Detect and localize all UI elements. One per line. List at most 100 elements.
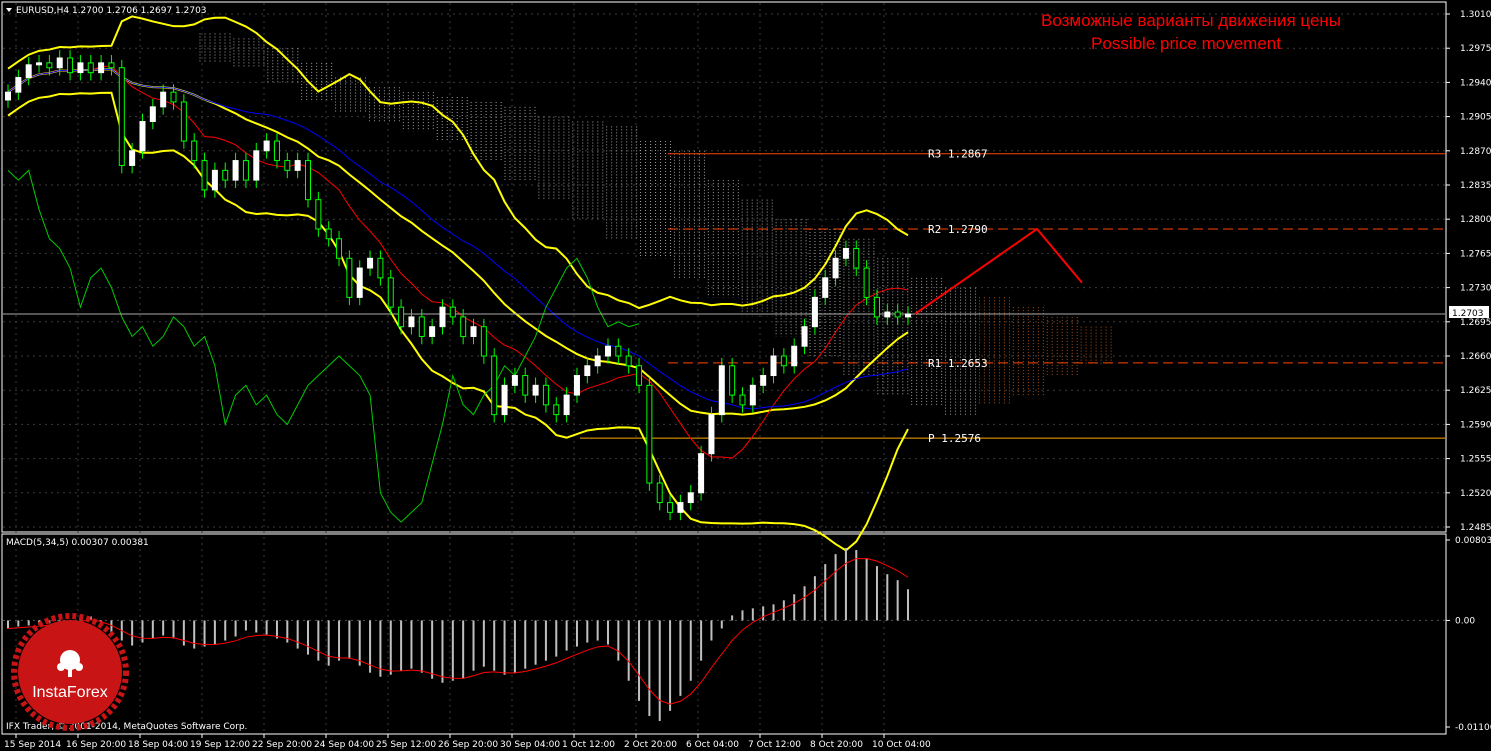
candle-body (563, 394, 570, 416)
candle-body (160, 91, 167, 108)
candle-body (367, 257, 374, 269)
candle-body (729, 365, 736, 396)
candle-body (760, 375, 767, 386)
candle-body (346, 257, 353, 298)
candle-body (801, 326, 808, 347)
x-tick-label: 18 Sep 04:00 (128, 740, 188, 750)
candle-body (698, 453, 705, 494)
candle-body (873, 296, 880, 318)
candle-body (408, 316, 415, 328)
candle-body (739, 394, 746, 406)
y-tick-label: 1.2870 (1460, 147, 1491, 157)
candle-body (491, 355, 498, 416)
x-tick-label: 16 Sep 20:00 (66, 740, 126, 750)
level-label-p: P 1.2576 (928, 432, 981, 445)
x-tick-label: 26 Sep 20:00 (438, 740, 498, 750)
candle-body (263, 140, 270, 152)
y-tick-label: 1.2625 (1460, 386, 1491, 396)
title-en: Possible price movement (1091, 34, 1281, 53)
candle-body (770, 355, 777, 377)
candle-body (315, 199, 322, 230)
candle-body (646, 384, 653, 484)
macd-y-tick-label: -0.01106 (1455, 723, 1491, 733)
candle-body (356, 267, 363, 298)
candle-body (573, 375, 580, 396)
candle-body (718, 365, 725, 416)
candle-body (460, 316, 467, 337)
candle-body (656, 482, 663, 504)
candle-body (418, 316, 425, 337)
candle-body (687, 492, 694, 504)
candle-body (118, 67, 125, 166)
candle-body (77, 62, 84, 74)
y-tick-label: 1.2835 (1460, 181, 1491, 191)
candle-body (336, 238, 343, 259)
candle-body (294, 160, 301, 171)
candle-body (191, 140, 198, 162)
x-tick-label: 10 Oct 04:00 (872, 740, 931, 750)
x-tick-label: 15 Sep 2014 (4, 740, 61, 750)
x-tick-label: 19 Sep 12:00 (190, 740, 250, 750)
x-tick-label: 24 Sep 04:00 (314, 740, 374, 750)
candle-body (325, 228, 332, 240)
y-tick-label: 1.2590 (1460, 420, 1491, 430)
candle-body (822, 277, 829, 298)
y-tick-label: 1.2905 (1460, 113, 1491, 123)
candle-body (273, 140, 280, 162)
x-tick-label: 30 Sep 04:00 (500, 740, 560, 750)
y-tick-label: 1.2800 (1460, 215, 1491, 225)
candle-body (542, 384, 549, 406)
candle-body (398, 306, 405, 328)
x-tick-label: 2 Oct 20:00 (624, 740, 677, 750)
y-tick-label: 1.2940 (1460, 78, 1491, 88)
candle-body (56, 57, 63, 69)
y-tick-label: 1.2695 (1460, 318, 1491, 328)
candle-body (480, 326, 487, 357)
symbol-header: EURUSD,H4 1.2700 1.2706 1.2697 1.2703 (16, 6, 207, 16)
candle-body (511, 375, 518, 386)
candle-body (677, 502, 684, 513)
candle-body (501, 384, 508, 416)
candle-body (284, 160, 291, 171)
candle-body (842, 248, 849, 259)
candle-body (811, 296, 818, 328)
candle-body (625, 355, 632, 367)
macd-header: MACD(5,34,5) 0.00307 0.00381 (6, 538, 149, 548)
y-tick-label: 1.2520 (1460, 489, 1491, 499)
x-tick-label: 1 Oct 12:00 (562, 740, 615, 750)
macd-y-tick-label: 0.00 (1455, 616, 1475, 626)
candle-body (232, 160, 239, 181)
y-tick-label: 1.2555 (1460, 455, 1491, 465)
y-tick-label: 1.2975 (1460, 44, 1491, 54)
current-price-label: 1.2703 (1452, 309, 1484, 319)
candle-body (36, 62, 43, 66)
candle-body (553, 404, 560, 416)
x-tick-label: 22 Sep 20:00 (252, 740, 312, 750)
candle-body (149, 106, 156, 122)
candle-body (170, 91, 177, 103)
candle-body (667, 502, 674, 513)
candle-body (108, 62, 115, 69)
candle-body (305, 160, 311, 201)
level-label-r1: R1 1.2653 (928, 357, 988, 370)
candle-body (211, 169, 218, 191)
candle-body (594, 355, 601, 367)
candle-body (708, 414, 715, 455)
candle-body (791, 345, 798, 367)
candle-body (522, 375, 529, 396)
candle-body (749, 384, 756, 406)
candle-body (242, 160, 249, 181)
candle-body (15, 77, 22, 93)
candle-body (780, 355, 787, 367)
level-label-r3: R3 1.2867 (928, 148, 988, 161)
candle-body (5, 91, 11, 101)
y-tick-label: 1.2660 (1460, 352, 1491, 362)
candle-body (222, 169, 229, 181)
y-tick-label: 1.3010 (1460, 10, 1491, 20)
candle-body (449, 306, 456, 318)
x-tick-label: 25 Sep 12:00 (376, 740, 436, 750)
y-tick-label: 1.2730 (1460, 284, 1491, 294)
chart-canvas[interactable]: R3 1.2867 R2 1.2790 R1 1.2653 P 1.2576 1.30… (0, 0, 1491, 751)
candle-body (439, 306, 446, 328)
macd-y-tick-label: 0.00803 (1455, 536, 1491, 546)
